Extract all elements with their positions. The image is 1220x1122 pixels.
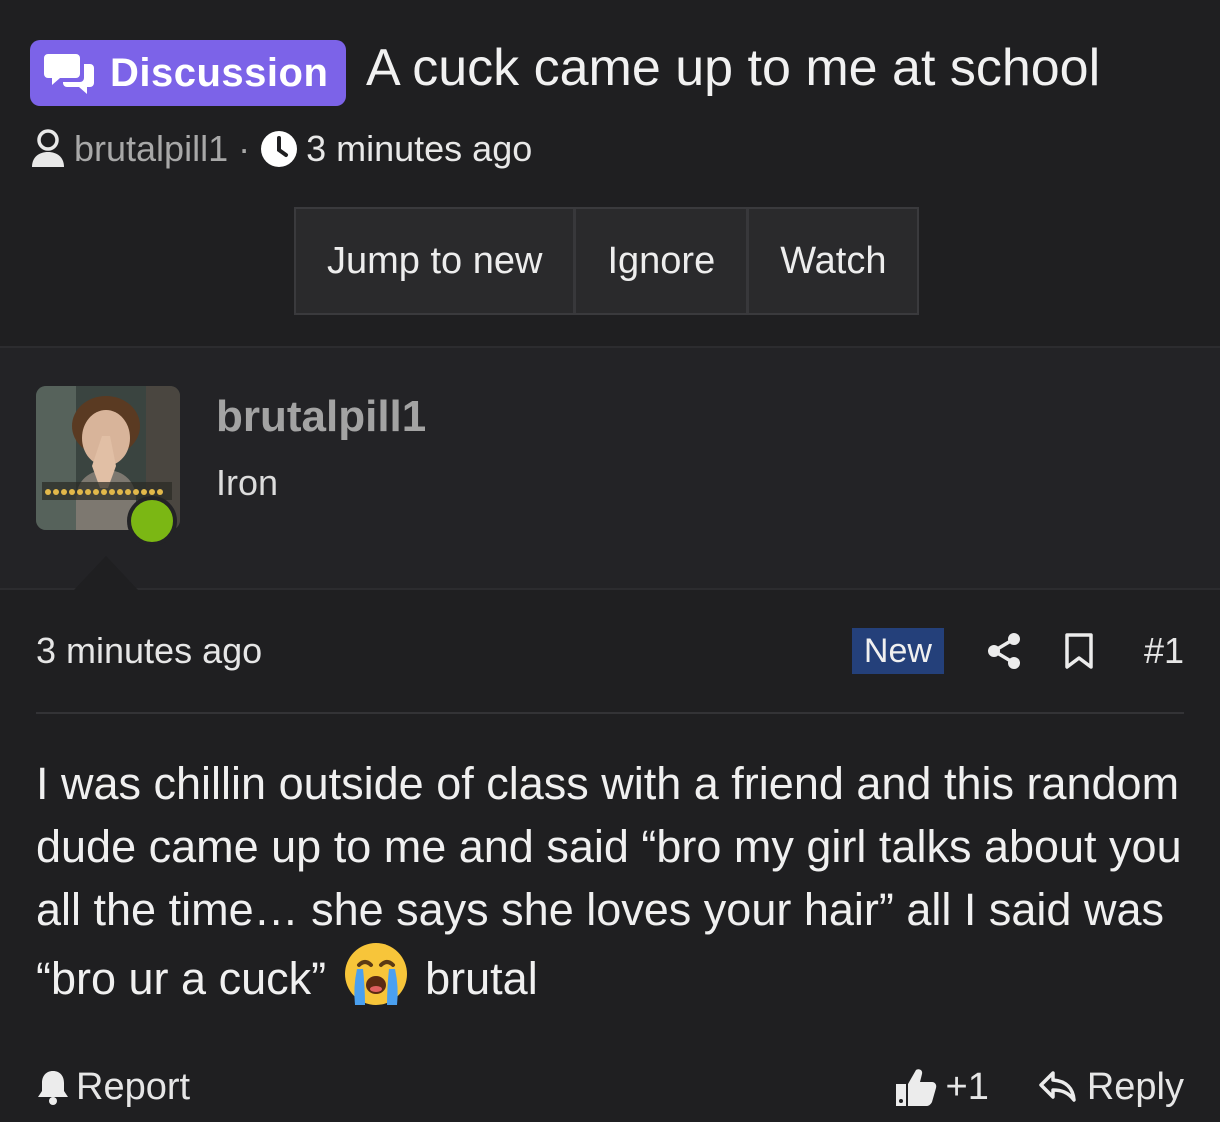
thread-meta: brutalpill1 · 3 minutes ago	[30, 126, 532, 172]
post-number-link[interactable]: #1	[1144, 630, 1184, 672]
post-author-name[interactable]: brutalpill1	[216, 392, 426, 442]
message-pointer	[74, 556, 138, 590]
ignore-button[interactable]: Ignore	[576, 209, 750, 313]
bell-icon	[38, 1071, 68, 1105]
thread-author-link[interactable]: brutalpill1	[74, 128, 228, 170]
bookmark-icon[interactable]	[1064, 632, 1094, 670]
report-label: Report	[76, 1065, 191, 1108]
post-text-end: brutal	[425, 952, 538, 1004]
post-meta: 3 minutes ago New #1	[36, 626, 1184, 676]
post-body: I was chillin outside of class with a fr…	[36, 752, 1196, 1023]
new-badge: New	[851, 628, 944, 674]
post-time[interactable]: 3 minutes ago	[36, 630, 262, 672]
post-actions: New #1	[851, 628, 1184, 674]
user-icon	[32, 129, 64, 167]
thumbs-up-icon	[895, 1069, 936, 1106]
online-indicator	[127, 496, 177, 546]
discussion-label: Discussion	[110, 50, 329, 95]
reply-icon	[1039, 1071, 1076, 1102]
meta-separator: ·	[238, 128, 251, 169]
watch-button[interactable]: Watch	[749, 209, 917, 313]
reply-button[interactable]: Reply	[1039, 1066, 1184, 1109]
loudly-crying-face-icon	[343, 941, 409, 1023]
report-button[interactable]: Report	[36, 1066, 190, 1109]
share-icon[interactable]	[986, 632, 1022, 670]
like-count: +1	[945, 1065, 989, 1108]
clock-icon	[261, 131, 298, 167]
reply-label: Reply	[1086, 1065, 1184, 1108]
thread-header: Discussion A cuck came up to me at schoo…	[0, 0, 1220, 346]
jump-to-new-button[interactable]: Jump to new	[296, 209, 577, 313]
thread-time[interactable]: 3 minutes ago	[306, 128, 532, 170]
post-text: I was chillin outside of class with a fr…	[36, 758, 1182, 1004]
thread-title: A cuck came up to me at school	[366, 39, 1101, 97]
discussion-badge[interactable]: Discussion	[30, 40, 347, 106]
user-title: Iron	[216, 462, 279, 503]
like-button[interactable]: +1	[894, 1066, 989, 1109]
post-footer: Report +1 Reply	[36, 1060, 1184, 1114]
discussion-icon	[44, 54, 94, 94]
thread-action-buttons: Jump to new Ignore Watch	[294, 207, 920, 315]
footer-actions: +1 Reply	[894, 1066, 1184, 1109]
post-divider	[36, 712, 1184, 714]
post-author-block: brutalpill1 Iron	[0, 346, 1220, 590]
